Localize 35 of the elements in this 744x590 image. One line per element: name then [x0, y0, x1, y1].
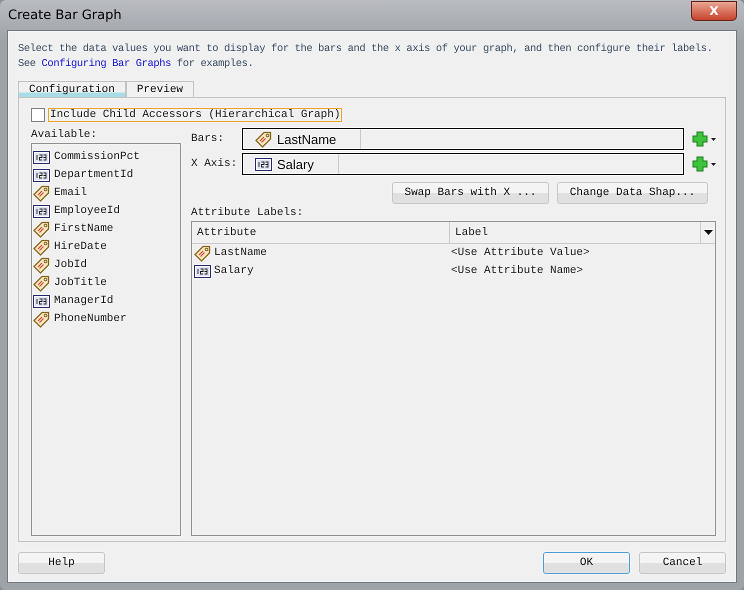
list-item[interactable]: EmployeeId: [54, 205, 120, 217]
action-button[interactable]: Swap Bars with X ...: [392, 182, 549, 204]
table-cell: Salary: [214, 265, 254, 277]
ok-button[interactable]: OK: [543, 552, 630, 574]
cancel-button[interactable]: Cancel: [639, 552, 726, 574]
action-button[interactable]: Change Data Shap...: [557, 182, 708, 204]
field-value: Salary: [277, 156, 314, 172]
list-item[interactable]: CommissionPct: [54, 151, 140, 163]
list-item[interactable]: ManagerId: [54, 295, 114, 307]
list-item[interactable]: PhoneNumber: [54, 313, 127, 325]
tab[interactable]: Preview: [126, 81, 194, 97]
list-item[interactable]: DepartmentId: [54, 169, 134, 181]
help-link[interactable]: Configuring Bar Graphs: [42, 58, 172, 70]
table-cell: <Use Attribute Value>: [451, 247, 590, 259]
table-cell: LastName: [214, 247, 267, 259]
list-item[interactable]: Email: [54, 187, 88, 199]
drop-field[interactable]: Salary: [242, 153, 684, 175]
available-label: Available:: [31, 128, 98, 142]
window-title: Create Bar Graph: [7, 8, 122, 22]
instructions-text: Select the data values you want to display for the bars and the x axis of your graph, and then configure their labels. See Configuring Bar Graphs for examples.: [18, 42, 714, 72]
checkbox-label: Include Child Accessors (Hierarchical Graph): [48, 108, 342, 122]
list-item[interactable]: FirstName: [54, 223, 114, 235]
column-header[interactable]: Attribute: [192, 222, 450, 243]
tab[interactable]: Configuration: [18, 81, 126, 97]
table-cell: <Use Attribute Name>: [451, 265, 584, 277]
column-header[interactable]: Label: [450, 222, 701, 243]
list-item[interactable]: HireDate: [54, 241, 107, 253]
help-button[interactable]: Help: [18, 552, 105, 574]
field-label: Bars:: [191, 133, 226, 145]
list-item[interactable]: JobTitle: [54, 277, 107, 289]
drop-field[interactable]: LastName: [242, 128, 684, 150]
attribute-labels-label: Attribute Labels:: [191, 206, 304, 220]
field-value: LastName: [277, 132, 336, 146]
field-label: X Axis:: [191, 158, 238, 170]
list-item[interactable]: JobId: [54, 259, 88, 271]
